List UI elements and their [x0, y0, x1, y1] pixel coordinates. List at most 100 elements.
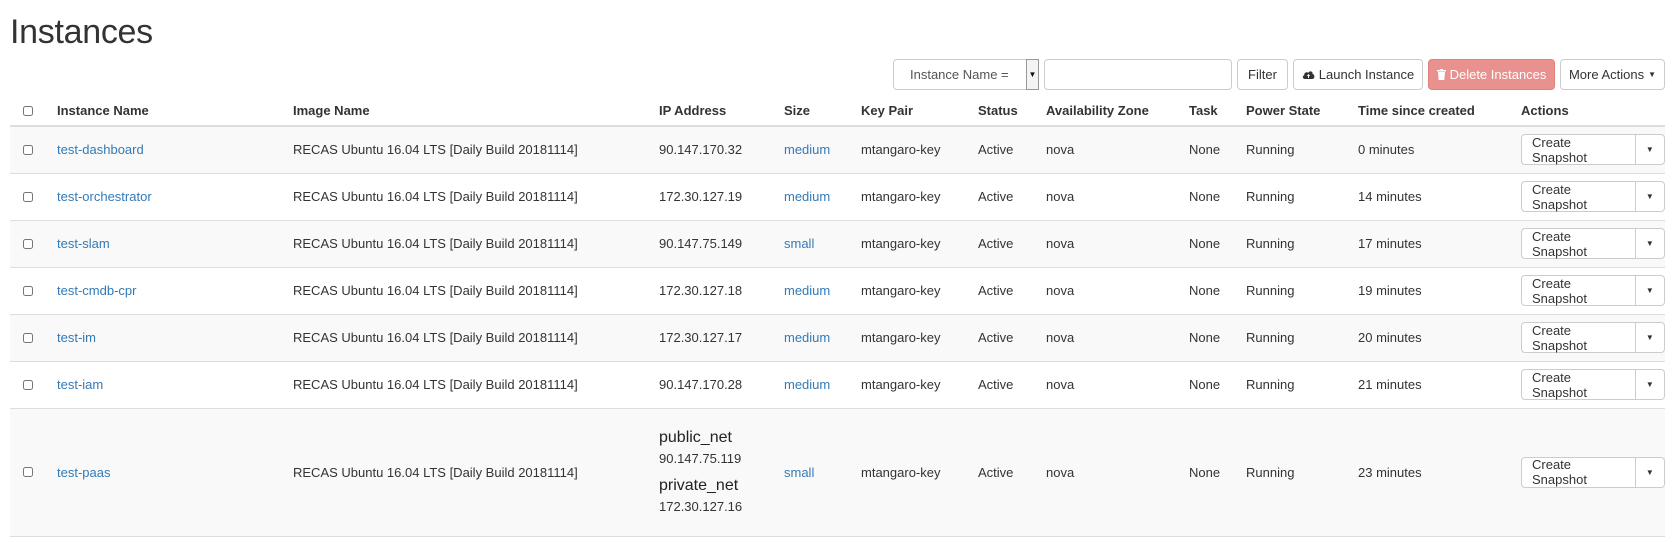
filter-field-select[interactable]: Instance Name = [893, 59, 1038, 90]
cloud-upload-icon [1302, 71, 1315, 79]
create-snapshot-button[interactable]: Create Snapshot [1521, 275, 1636, 306]
delete-instances-button[interactable]: Delete Instances [1428, 59, 1555, 90]
filter-button-label: Filter [1248, 67, 1277, 82]
instance-name-link[interactable]: test-dashboard [57, 142, 144, 157]
image-name: RECAS Ubuntu 16.04 LTS [Daily Build 2018… [293, 361, 659, 409]
availability-zone: nova [1046, 267, 1189, 315]
image-name: RECAS Ubuntu 16.04 LTS [Daily Build 2018… [293, 126, 659, 174]
create-snapshot-button[interactable]: Create Snapshot [1521, 322, 1636, 353]
size-link[interactable]: small [784, 465, 814, 480]
table-row: test-iam RECAS Ubuntu 16.04 LTS [Daily B… [10, 361, 1665, 409]
key-pair: mtangaro-key [861, 361, 978, 409]
row-checkbox[interactable] [23, 238, 33, 249]
status: Active [978, 220, 1046, 268]
task: None [1189, 408, 1246, 537]
actions-dropdown-caret-icon[interactable]: ▼ [1635, 275, 1665, 306]
time-since-created: 14 minutes [1358, 173, 1521, 221]
more-actions-button[interactable]: More Actions ▼ [1560, 59, 1665, 90]
instance-name-link[interactable]: test-orchestrator [57, 189, 152, 204]
row-checkbox[interactable] [23, 144, 33, 155]
power-state: Running [1246, 361, 1358, 409]
image-name: RECAS Ubuntu 16.04 LTS [Daily Build 2018… [293, 314, 659, 362]
task: None [1189, 267, 1246, 315]
network-name: public_net [659, 429, 732, 446]
header-instance-name[interactable]: Instance Name [57, 96, 293, 127]
create-snapshot-button[interactable]: Create Snapshot [1521, 228, 1636, 259]
row-checkbox[interactable] [23, 191, 33, 202]
header-image-name[interactable]: Image Name [293, 96, 659, 127]
power-state: Running [1246, 267, 1358, 315]
filter-input[interactable] [1044, 59, 1232, 90]
ip-address: 172.30.127.17 [659, 314, 784, 362]
instance-name-link[interactable]: test-im [57, 330, 96, 345]
header-task[interactable]: Task [1189, 96, 1246, 127]
header-key-pair[interactable]: Key Pair [861, 96, 978, 127]
select-all-checkbox[interactable] [23, 105, 33, 116]
task: None [1189, 220, 1246, 268]
key-pair: mtangaro-key [861, 173, 978, 221]
row-checkbox[interactable] [23, 285, 33, 296]
table-row: test-im RECAS Ubuntu 16.04 LTS [Daily Bu… [10, 314, 1665, 362]
header-power-state[interactable]: Power State [1246, 96, 1358, 127]
instance-name-link[interactable]: test-slam [57, 236, 110, 251]
row-actions: Create Snapshot ▼ [1521, 228, 1665, 259]
image-name: RECAS Ubuntu 16.04 LTS [Daily Build 2018… [293, 220, 659, 268]
header-time-since-created[interactable]: Time since created [1358, 96, 1521, 127]
table-row: test-dashboard RECAS Ubuntu 16.04 LTS [D… [10, 126, 1665, 174]
size-link[interactable]: medium [784, 189, 830, 204]
instance-name-link[interactable]: test-cmdb-cpr [57, 283, 136, 298]
status: Active [978, 408, 1046, 537]
availability-zone: nova [1046, 126, 1189, 174]
ip-address: 90.147.170.32 [659, 126, 784, 174]
ip-address: 172.30.127.18 [659, 267, 784, 315]
size-link[interactable]: medium [784, 142, 830, 157]
create-snapshot-button[interactable]: Create Snapshot [1521, 134, 1636, 166]
status: Active [978, 126, 1046, 174]
instances-table: Instance Name Image Name IP Address Size… [10, 96, 1665, 537]
create-snapshot-button[interactable]: Create Snapshot [1521, 456, 1636, 488]
size-link[interactable]: small [784, 236, 814, 251]
size-link[interactable]: medium [784, 330, 830, 345]
filter-button[interactable]: Filter [1237, 59, 1288, 90]
actions-dropdown-caret-icon[interactable]: ▼ [1635, 456, 1665, 488]
image-name: RECAS Ubuntu 16.04 LTS [Daily Build 2018… [293, 173, 659, 221]
task: None [1189, 126, 1246, 174]
header-size[interactable]: Size [784, 96, 861, 127]
actions-dropdown-caret-icon[interactable]: ▼ [1635, 181, 1665, 212]
actions-dropdown-caret-icon[interactable]: ▼ [1635, 228, 1665, 259]
page-title: Instances [10, 13, 153, 51]
row-checkbox[interactable] [23, 467, 33, 477]
availability-zone: nova [1046, 361, 1189, 409]
row-actions: Create Snapshot ▼ [1521, 134, 1665, 166]
row-checkbox[interactable] [23, 379, 33, 390]
actions-dropdown-caret-icon[interactable]: ▼ [1635, 322, 1665, 353]
row-actions: Create Snapshot ▼ [1521, 181, 1665, 212]
availability-zone: nova [1046, 314, 1189, 362]
actions-dropdown-caret-icon[interactable]: ▼ [1635, 134, 1665, 166]
chevron-down-icon[interactable]: ▼ [1026, 59, 1039, 90]
table-row: test-cmdb-cpr RECAS Ubuntu 16.04 LTS [Da… [10, 267, 1665, 315]
key-pair: mtangaro-key [861, 126, 978, 174]
key-pair: mtangaro-key [861, 408, 978, 537]
create-snapshot-button[interactable]: Create Snapshot [1521, 181, 1636, 212]
instance-name-link[interactable]: test-paas [57, 465, 110, 480]
size-link[interactable]: medium [784, 377, 830, 392]
time-since-created: 23 minutes [1358, 408, 1521, 537]
header-ip-address[interactable]: IP Address [659, 96, 784, 127]
instance-name-link[interactable]: test-iam [57, 377, 103, 392]
actions-dropdown-caret-icon[interactable]: ▼ [1635, 369, 1665, 400]
header-status[interactable]: Status [978, 96, 1046, 127]
launch-instance-button[interactable]: Launch Instance [1293, 59, 1423, 90]
header-availability-zone[interactable]: Availability Zone [1046, 96, 1189, 127]
filter-field-label: Instance Name = [910, 67, 1009, 82]
size-link[interactable]: medium [784, 283, 830, 298]
power-state: Running [1246, 314, 1358, 362]
row-checkbox[interactable] [23, 332, 33, 343]
task: None [1189, 361, 1246, 409]
caret-down-icon: ▼ [1648, 70, 1657, 79]
create-snapshot-button[interactable]: Create Snapshot [1521, 369, 1636, 400]
image-name: RECAS Ubuntu 16.04 LTS [Daily Build 2018… [293, 267, 659, 315]
availability-zone: nova [1046, 408, 1189, 537]
row-actions: Create Snapshot ▼ [1521, 322, 1665, 353]
row-actions: Create Snapshot ▼ [1521, 456, 1665, 488]
